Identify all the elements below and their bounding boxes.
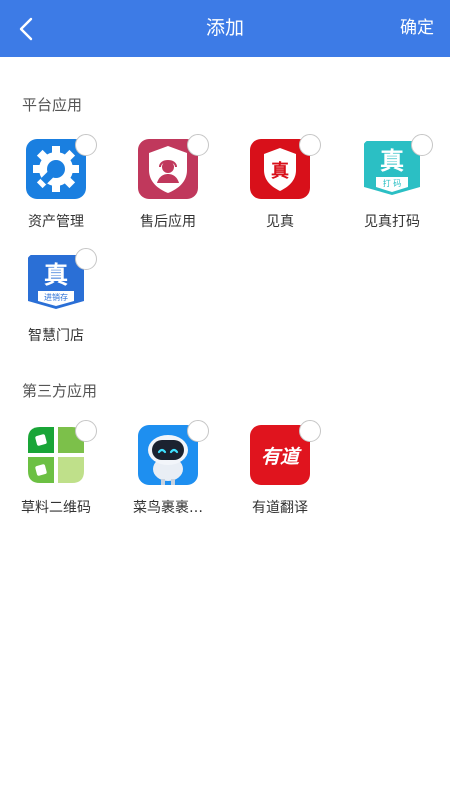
app-jianzhen-code[interactable]: 真 打 码 见真打码 bbox=[336, 134, 448, 251]
app-label: 有道翻译 bbox=[252, 500, 308, 516]
app-youdao-translate[interactable]: 有道 有道翻译 bbox=[224, 420, 336, 537]
page-title: 添加 bbox=[205, 17, 244, 39]
svg-text:真: 真 bbox=[271, 160, 289, 182]
select-checkbox[interactable] bbox=[187, 420, 209, 442]
confirm-button[interactable]: 确定 bbox=[400, 0, 434, 57]
app-caoliao-qrcode[interactable]: 草料二维码 bbox=[0, 420, 112, 537]
app-label: 资产管理 bbox=[28, 214, 84, 230]
select-checkbox[interactable] bbox=[75, 248, 97, 270]
top-bar: 添加 确定 bbox=[0, 0, 450, 57]
app-label: 见真打码 bbox=[364, 214, 420, 230]
section-title-third-party-apps: 第三方应用 bbox=[22, 382, 98, 400]
select-checkbox[interactable] bbox=[299, 420, 321, 442]
app-jianzhen[interactable]: 真 见真 bbox=[224, 134, 336, 251]
app-after-sales[interactable]: 售后应用 bbox=[112, 134, 224, 251]
app-label: 智慧门店 bbox=[28, 328, 84, 344]
app-label: 草料二维码 bbox=[21, 500, 91, 516]
svg-text:打 码: 打 码 bbox=[383, 178, 402, 188]
svg-text:有道: 有道 bbox=[261, 446, 302, 468]
app-label: 见真 bbox=[266, 214, 294, 230]
svg-text:真: 真 bbox=[44, 261, 68, 289]
app-asset-management[interactable]: 资产管理 bbox=[0, 134, 112, 251]
app-label: 售后应用 bbox=[140, 214, 196, 230]
svg-text:进销存: 进销存 bbox=[44, 292, 68, 302]
section-title-platform-apps: 平台应用 bbox=[22, 96, 83, 114]
app-picker: 平台应用 资产管理 售后应用 真 见真 真 打 码 见真打码 真 进销存 智慧门… bbox=[0, 57, 450, 800]
select-checkbox[interactable] bbox=[75, 420, 97, 442]
app-label: 菜鸟裹裹… bbox=[133, 500, 203, 516]
svg-text:真: 真 bbox=[380, 147, 404, 175]
select-checkbox[interactable] bbox=[411, 134, 433, 156]
app-smart-store[interactable]: 真 进销存 智慧门店 bbox=[0, 248, 112, 365]
select-checkbox[interactable] bbox=[187, 134, 209, 156]
select-checkbox[interactable] bbox=[299, 134, 321, 156]
app-cainiao[interactable]: 菜鸟裹裹… bbox=[112, 420, 224, 537]
select-checkbox[interactable] bbox=[75, 134, 97, 156]
